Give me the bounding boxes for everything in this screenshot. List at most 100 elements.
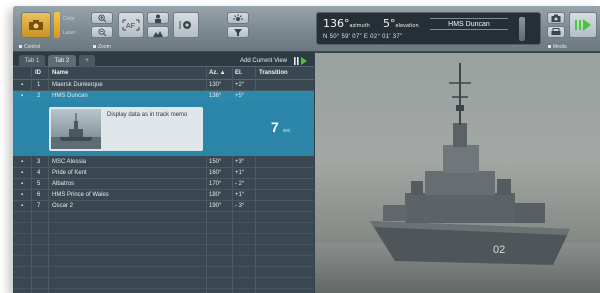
playlist-pause-play-icon[interactable] (294, 57, 308, 65)
row-id: 2 (37, 93, 41, 99)
zoom-out-button[interactable] (91, 26, 113, 38)
app-window: Color Laser AF Control Zoom 136°azimuth … (13, 6, 600, 293)
table-header: ID Name Az. ▲ El. Transition (13, 67, 314, 80)
color-laser-toggle[interactable] (54, 12, 60, 38)
table-row[interactable]: ▪ 6 HMS Prince of Wales 180° +1° (13, 190, 314, 201)
camera-view[interactable]: 02 (315, 53, 600, 293)
row-marker: ▪ (21, 93, 24, 99)
row-el: +1° (235, 192, 245, 198)
transition-unit: sec (282, 128, 291, 134)
warship-image: 02 (315, 63, 600, 293)
filter-button[interactable] (227, 26, 249, 38)
row-name: MSC Alessia (52, 159, 87, 165)
tab-bar: Tab 1 Tab 2 + Add Current View (13, 52, 314, 67)
row-marker: ▪ (21, 159, 24, 165)
landscape-icon (153, 30, 163, 37)
media-label: Media (553, 44, 567, 50)
table-row[interactable]: ▪ 4 Pride of Kent 160° +1° (13, 168, 314, 179)
row-id: 7 (37, 203, 41, 209)
row-az: 160° (209, 170, 222, 176)
focus-far-button[interactable] (147, 26, 169, 38)
header-el[interactable]: El. (235, 67, 242, 80)
memo-text: Display data as in track memo (107, 112, 188, 118)
zoom-in-icon (97, 13, 106, 22)
zoom-group-label: Zoom (93, 44, 111, 50)
table-row[interactable]: ▪ 3 MSC Alessia 150° +3° (13, 157, 314, 168)
coordinates: N 50° 59' 07" E 02° 01' 37" (323, 34, 403, 40)
empty-row (13, 256, 314, 267)
tab-1[interactable]: Tab 1 (19, 55, 45, 67)
iris-button[interactable] (173, 12, 199, 38)
row-name: Oscar 2 (52, 203, 74, 209)
zoom-in-button[interactable] (91, 12, 113, 24)
play-button[interactable] (569, 12, 597, 38)
row-az: 150° (209, 159, 222, 165)
row-name: HMS Duncan (52, 93, 88, 99)
row-el: - 3° (235, 203, 245, 209)
focus-near-button[interactable] (147, 12, 169, 24)
print-button[interactable] (547, 26, 565, 38)
row-name: HMS Prince of Wales (52, 192, 109, 198)
header-name[interactable]: Name (52, 67, 68, 80)
table-row[interactable]: ▪ 5 Albatros 170° - 2° (13, 179, 314, 190)
azimuth-display: 136°azimuth 5°elevation N 50° 59' 07" E … (316, 12, 541, 45)
transition-value: 7 (271, 119, 279, 135)
sun-icon (233, 13, 243, 21)
row-az: 130° (209, 82, 222, 88)
filter-icon (234, 28, 242, 36)
empty-row (13, 212, 314, 223)
person-icon (155, 14, 161, 23)
header-id[interactable]: ID (35, 67, 41, 80)
table-row[interactable]: ▪ 1 Maersk Dunkerque 130° +2° (13, 80, 314, 91)
svg-text:AF: AF (126, 23, 135, 30)
azimuth-readout: 136°azimuth (323, 17, 370, 30)
row-marker: ▪ (21, 170, 24, 176)
row-id: 6 (37, 192, 41, 198)
toolbar: Color Laser AF Control Zoom 136°azimuth … (13, 6, 600, 52)
row-el: +3° (235, 159, 245, 165)
autofocus-icon: AF (122, 19, 140, 31)
header-transition[interactable]: Transition (259, 67, 288, 80)
elevation-readout: 5°elevation (383, 17, 419, 30)
ship-thumbnail (51, 109, 101, 149)
row-id: 5 (37, 181, 41, 187)
row-az: 136° (209, 93, 222, 99)
empty-row (13, 245, 314, 256)
empty-row (13, 278, 314, 289)
autofocus-button[interactable]: AF (118, 12, 144, 38)
azimuth-value: 136° (323, 17, 350, 30)
row-az: 190° (209, 203, 222, 209)
track-list-panel: Tab 1 Tab 2 + Add Current View ID Name A… (13, 52, 314, 293)
row-id: 1 (37, 82, 41, 88)
laser-label: Laser (63, 30, 76, 36)
elevation-value: 5° (383, 17, 396, 30)
row-detail-panel: Display data as in track memo 7 sec (13, 102, 314, 156)
row-marker: ▪ (21, 192, 24, 198)
wiper-button[interactable] (227, 12, 249, 24)
row-el: - 2° (235, 181, 245, 187)
transition-time: 7 sec (271, 119, 290, 135)
row-marker: ▪ (21, 203, 24, 209)
azimuth-unit: azimuth (349, 23, 370, 29)
header-az[interactable]: Az. ▲ (209, 67, 226, 80)
snapshot-button[interactable] (547, 12, 565, 24)
svg-text:02: 02 (493, 244, 505, 256)
zoom-out-icon (97, 27, 106, 36)
photo-camera-icon (551, 14, 561, 22)
row-name: Pride of Kent (52, 170, 87, 176)
row-id: 3 (37, 159, 41, 165)
add-current-view-button[interactable]: Add Current View (240, 55, 287, 67)
row-marker: ▪ (21, 181, 24, 187)
row-az: 170° (209, 181, 222, 187)
track-memo[interactable]: Display data as in track memo (49, 107, 203, 151)
table-row[interactable]: ▪ 7 Oscar 2 190° - 3° (13, 201, 314, 212)
table-row-selected[interactable]: ▪ 2 HMS Duncan 136° +5° (13, 91, 314, 102)
camera-button[interactable] (21, 12, 51, 38)
tab-2[interactable]: Tab 2 (48, 55, 76, 67)
row-name: Albatros (52, 181, 75, 187)
elevation-unit: elevation (395, 23, 419, 29)
row-marker: ▪ (21, 82, 24, 88)
add-tab-button[interactable]: + (79, 55, 95, 67)
iris-icon (179, 21, 191, 29)
camera-icon (29, 20, 43, 30)
